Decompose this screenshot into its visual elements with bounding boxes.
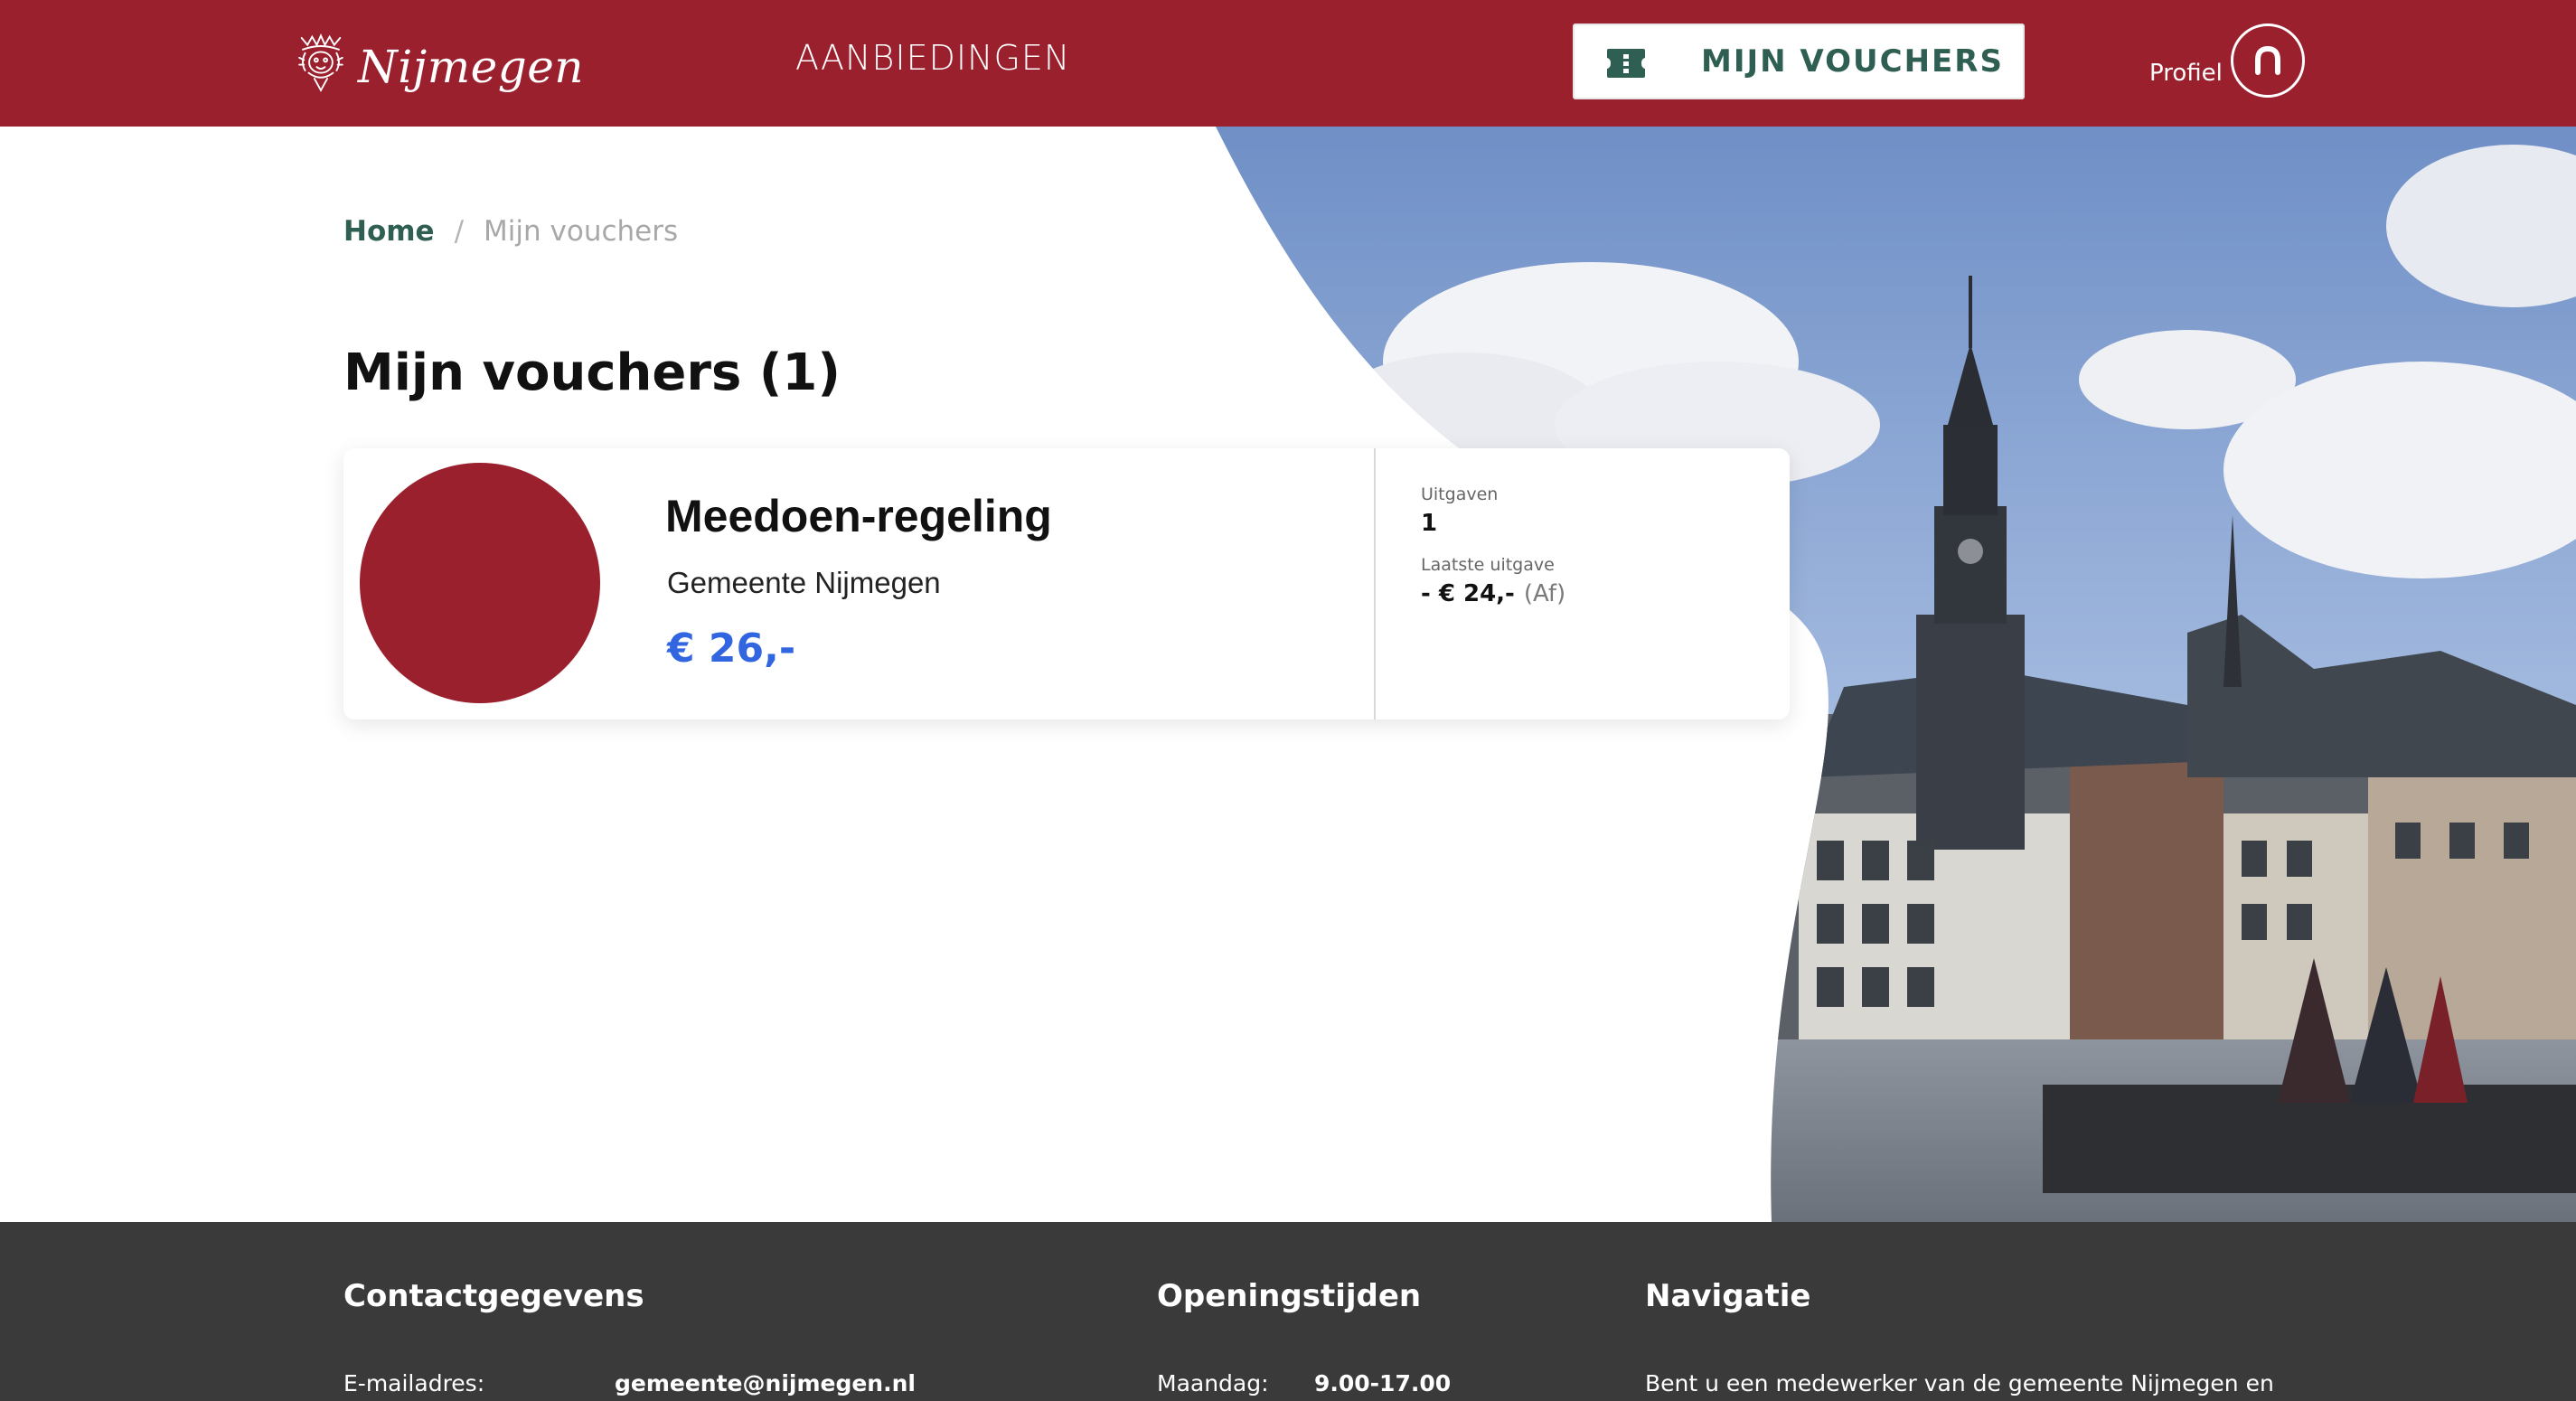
last-transaction-value-row: - € 24,- (Af) <box>1421 580 1565 607</box>
footer-contact-heading: Contactgegevens <box>343 1278 644 1314</box>
footer-navigation-text: Bent u een medewerker van de gemeente Ni… <box>1645 1370 2274 1396</box>
lion-crest-logo-icon <box>298 33 343 92</box>
card-divider <box>1374 448 1376 719</box>
voucher-card[interactable]: Meedoen-regeling Gemeente Nijmegen € 26,… <box>343 448 1790 719</box>
my-vouchers-button[interactable]: MIJN VOUCHERS <box>1573 24 2025 99</box>
footer-hours-heading: Openingstijden <box>1157 1278 1422 1314</box>
spent-block: Uitgaven 1 <box>1421 484 1498 537</box>
profile-label[interactable]: Profiel <box>2149 60 2223 87</box>
footer-email-label: E-mailadres: <box>343 1370 485 1396</box>
footer-navigation-heading: Navigatie <box>1645 1278 1811 1314</box>
last-transaction-amount: - € 24,- <box>1421 580 1515 607</box>
breadcrumb: Home / Mijn vouchers <box>343 215 678 248</box>
top-navigation-bar: Nijmegen AANBIEDINGEN MIJN VOUCHERS Prof… <box>0 0 2576 127</box>
brand-name: Nijmegen <box>357 41 584 93</box>
voucher-image <box>360 463 600 703</box>
voucher-amount: € 26,- <box>667 625 796 672</box>
last-transaction-label: Laatste uitgave <box>1421 555 1555 575</box>
footer-day-label: Maandag: <box>1157 1370 1269 1396</box>
user-icon <box>2255 45 2280 75</box>
breadcrumb-current: Mijn vouchers <box>484 215 679 248</box>
my-vouchers-label: MIJN VOUCHERS <box>1701 43 2004 80</box>
footer-day-hours: 9.00-17.00 <box>1314 1370 1452 1396</box>
spent-value: 1 <box>1421 510 1438 537</box>
breadcrumb-separator: / <box>454 215 465 248</box>
last-transaction-block: Laatste uitgave - € 24,- (Af) <box>1421 555 1565 607</box>
last-transaction-status: (Af) <box>1523 580 1566 607</box>
nijmegen-logo[interactable]: Nijmegen <box>295 13 584 112</box>
spent-label: Uitgaven <box>1421 484 1499 504</box>
voucher-title: Meedoen-regeling <box>665 491 1052 541</box>
breadcrumb-home-link[interactable]: Home <box>343 215 435 248</box>
profile-avatar-button[interactable] <box>2231 24 2305 98</box>
nav-offers-link[interactable]: AANBIEDINGEN <box>795 38 1070 78</box>
ticket-icon <box>1607 49 1645 78</box>
footer-email-link[interactable]: gemeente@nijmegen.nl <box>615 1370 916 1396</box>
footer: Contactgegevens E-mailadres: gemeente@ni… <box>0 1222 2576 1401</box>
page-title: Mijn vouchers (1) <box>343 343 841 402</box>
voucher-organization: Gemeente Nijmegen <box>667 566 941 599</box>
